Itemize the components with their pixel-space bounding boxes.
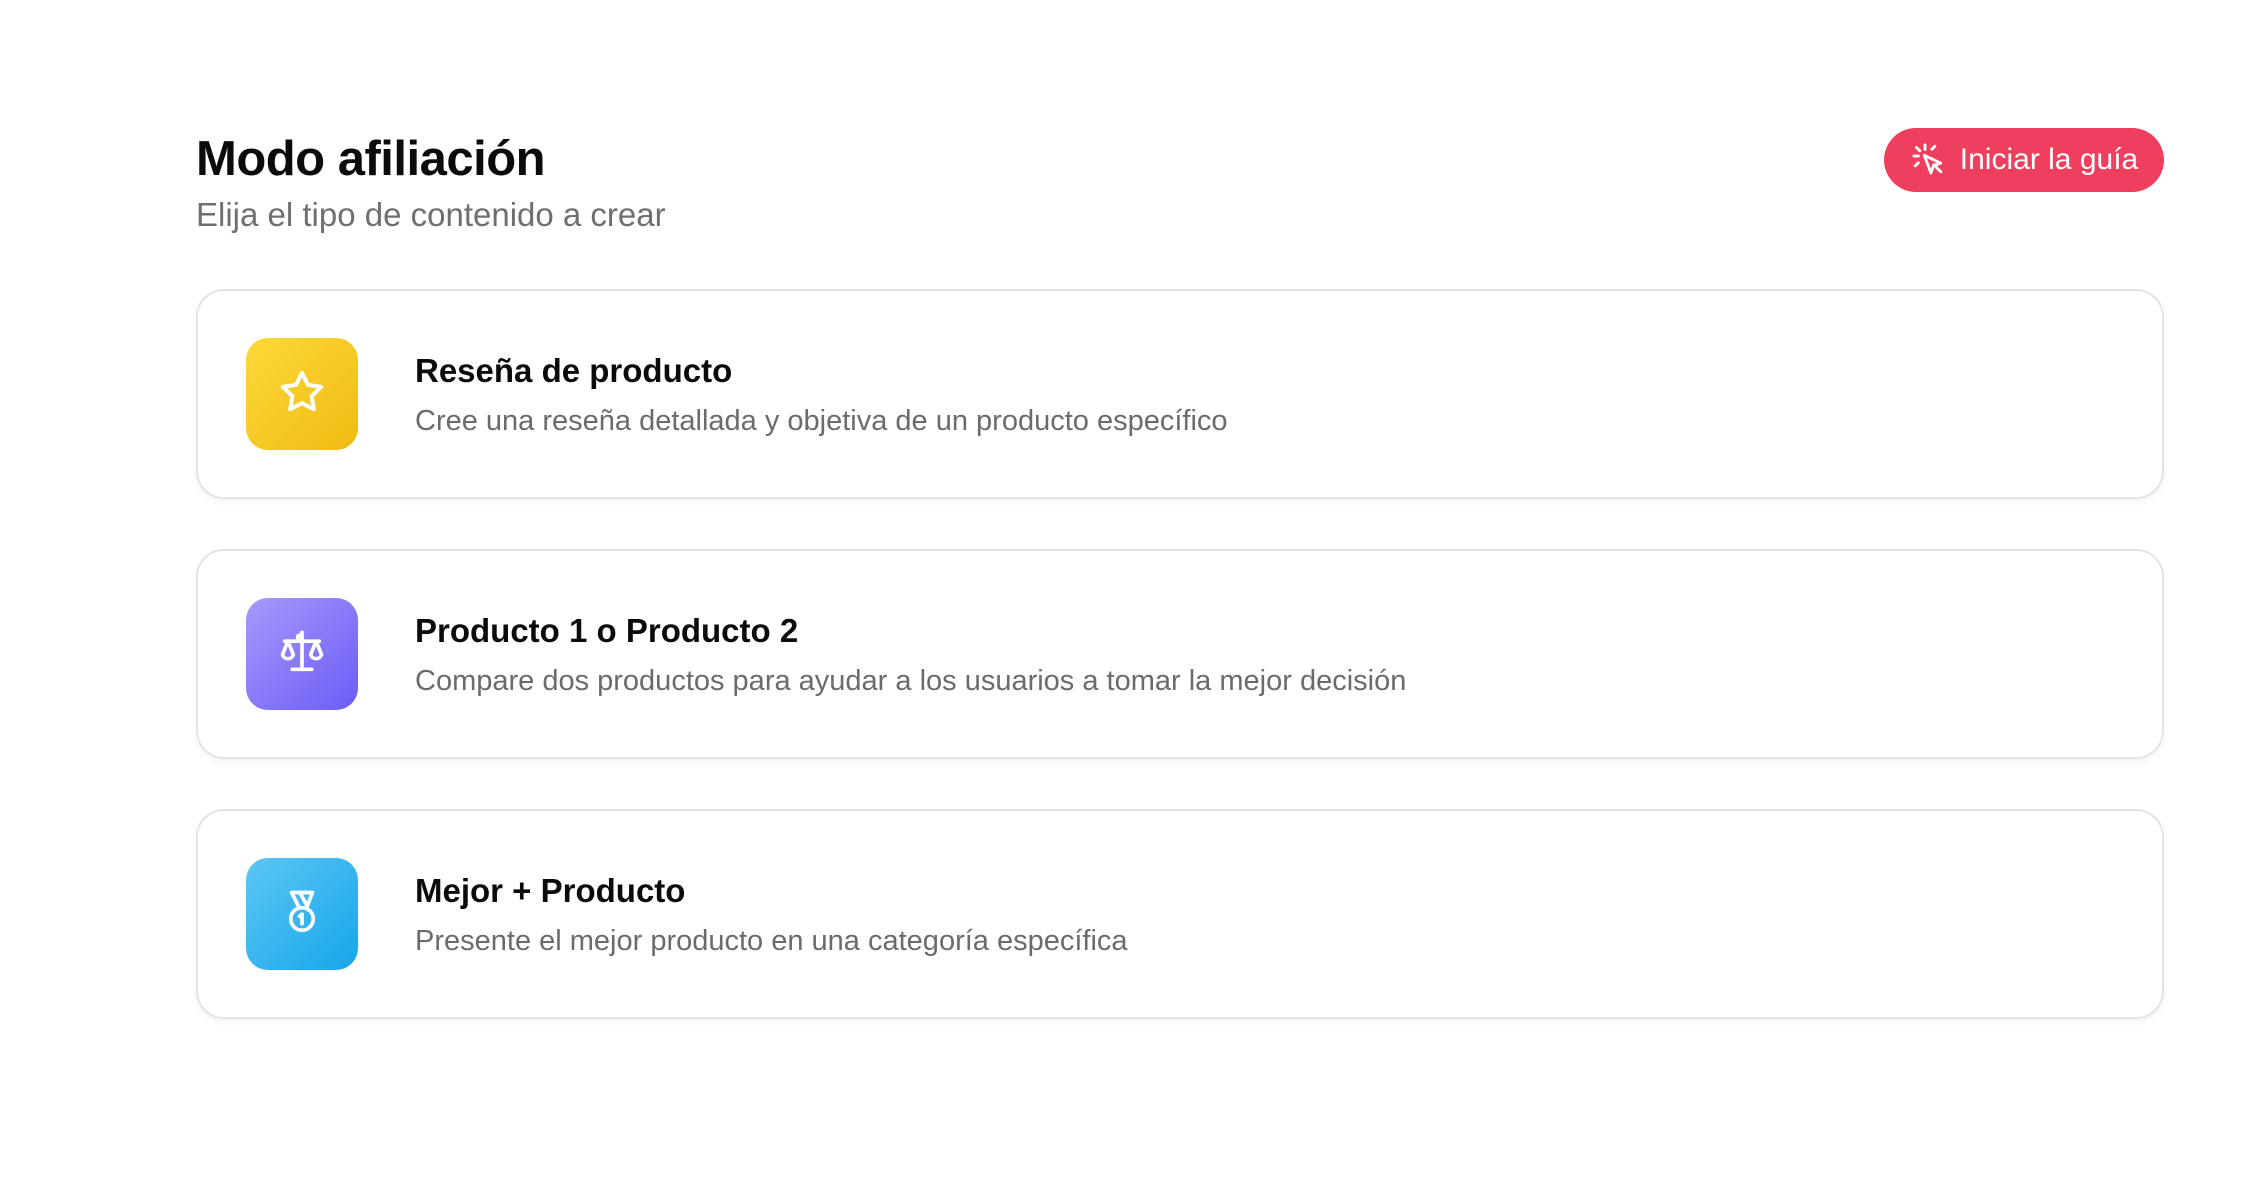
start-guide-button[interactable]: Iniciar la guía (1884, 128, 2164, 192)
medal-icon (276, 886, 328, 943)
card-product-review[interactable]: Reseña de producto Cree una reseña detal… (196, 289, 2164, 499)
card-icon-container (246, 338, 358, 450)
card-description: Presente el mejor producto en una catego… (415, 925, 1128, 957)
card-description: Compare dos productos para ayudar a los … (415, 665, 1407, 697)
card-icon-container (246, 598, 358, 710)
card-icon-container (246, 858, 358, 970)
page-title: Modo afiliación (196, 132, 546, 186)
content-type-list: Reseña de producto Cree una reseña detal… (196, 289, 2164, 1069)
card-title: Mejor + Producto (415, 872, 686, 909)
main-content: Modo afiliación Elija el tipo de conteni… (196, 0, 2164, 1019)
card-description: Cree una reseña detallada y objetiva de … (415, 405, 1228, 437)
page-header: Modo afiliación Elija el tipo de conteni… (196, 0, 2164, 290)
card-title: Reseña de producto (415, 352, 733, 389)
star-icon (277, 367, 327, 422)
page-subtitle: Elija el tipo de contenido a crear (196, 196, 666, 233)
start-guide-label: Iniciar la guía (1959, 143, 2139, 176)
card-best-product[interactable]: Mejor + Producto Presente el mejor produ… (196, 809, 2164, 1019)
card-title: Producto 1 o Producto 2 (415, 612, 799, 649)
card-product-comparison[interactable]: Producto 1 o Producto 2 Compare dos prod… (196, 549, 2164, 759)
pointer-click-icon (1910, 141, 1948, 179)
scale-icon (276, 626, 328, 683)
